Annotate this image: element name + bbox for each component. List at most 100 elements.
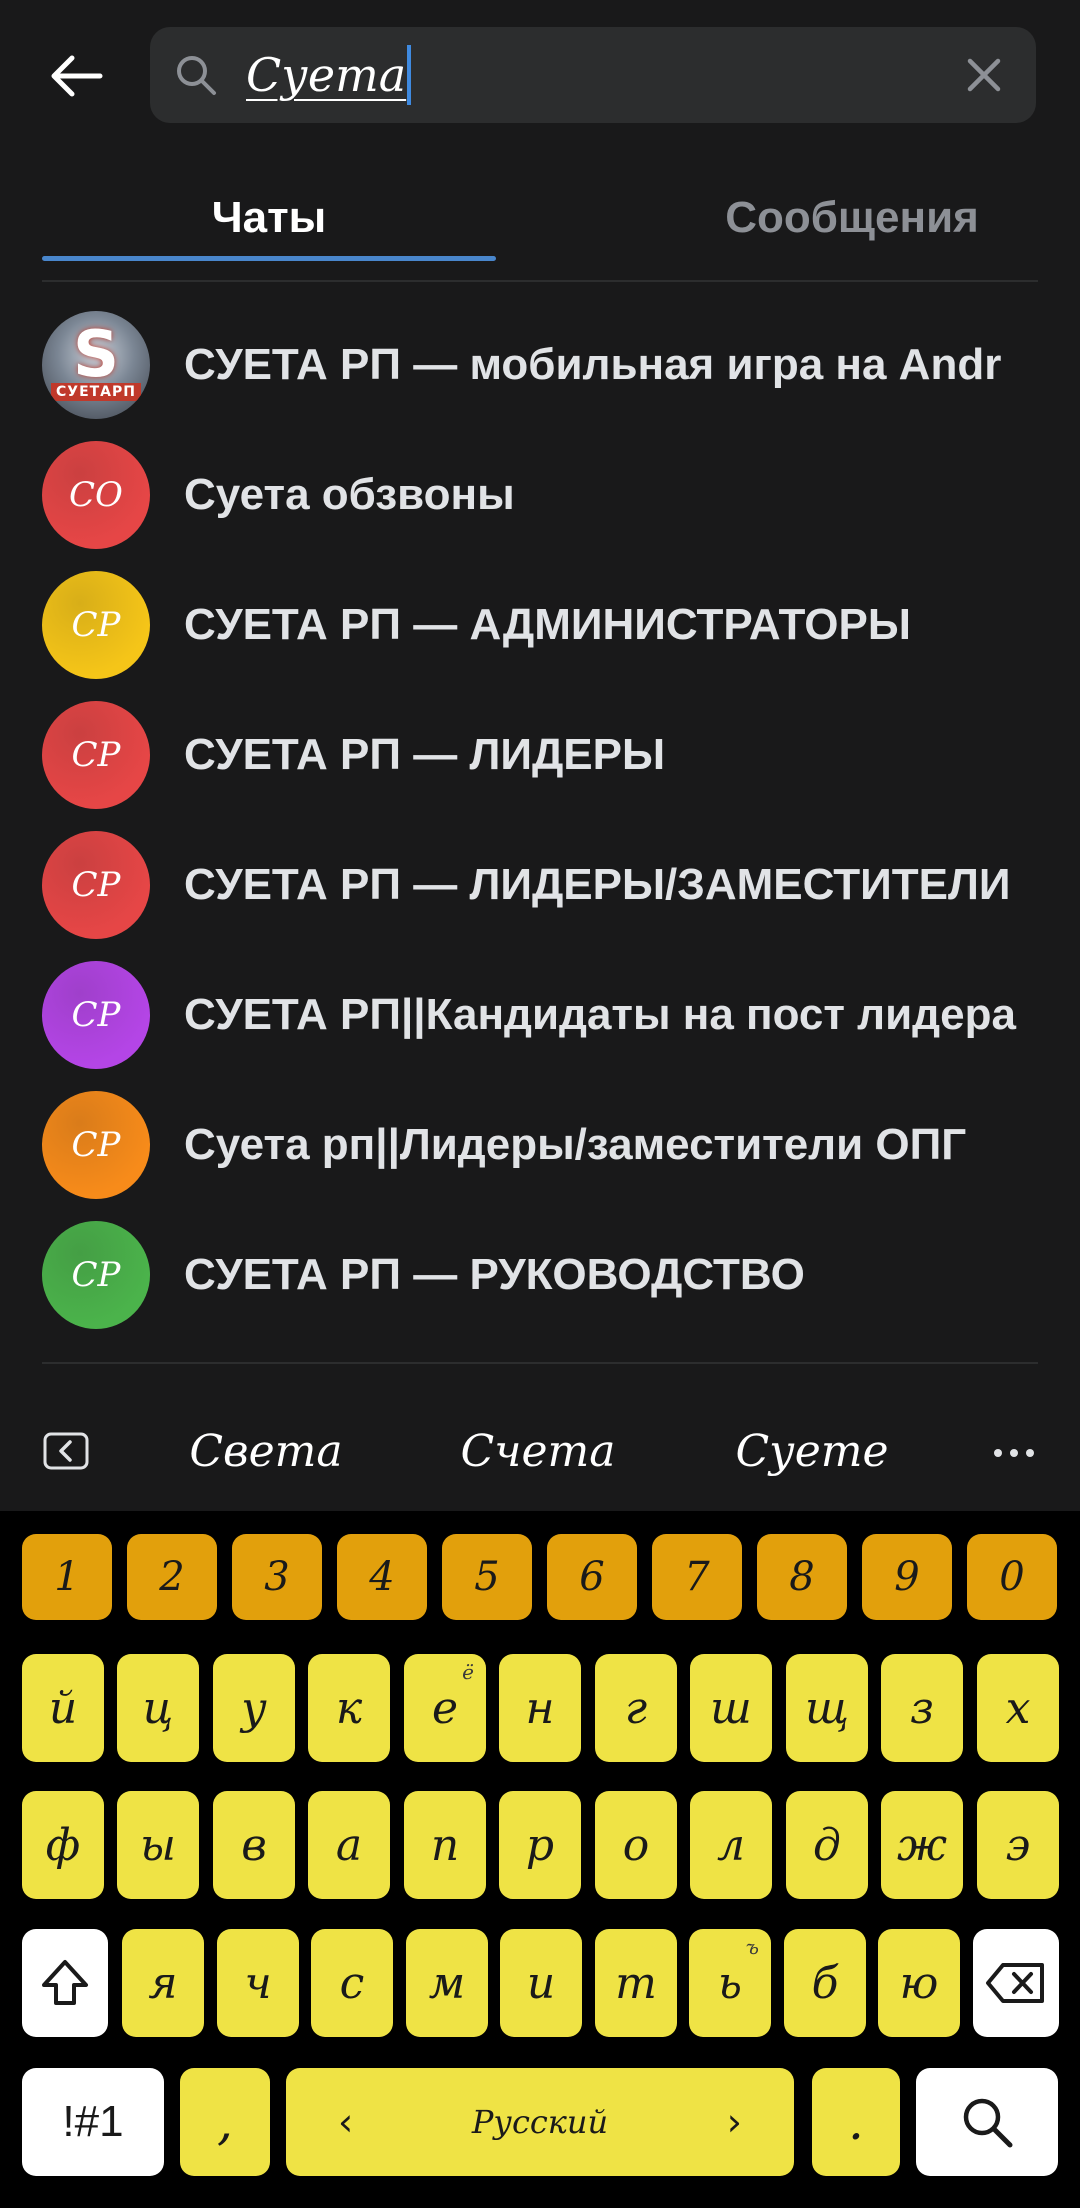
- chevron-left-icon: ‹: [338, 2100, 354, 2144]
- logo-text: СУЕТАРП: [51, 383, 141, 401]
- key-letter[interactable]: т: [595, 1929, 677, 2037]
- keyboard-suggestion-bar: Света Счета Суете: [0, 1395, 1080, 1511]
- key-letter[interactable]: д: [786, 1791, 868, 1899]
- chat-title: Суета обзвоны: [184, 470, 515, 519]
- key-letter[interactable]: о: [595, 1791, 677, 1899]
- suggestion-word[interactable]: Счета: [418, 1417, 658, 1487]
- avatar: СО: [42, 441, 150, 549]
- key-label: е: [431, 1682, 459, 1734]
- divider: [42, 1362, 1038, 1364]
- collapse-toolbar-icon[interactable]: [42, 1431, 90, 1471]
- key-letter[interactable]: р: [499, 1791, 581, 1899]
- back-button[interactable]: [40, 36, 112, 116]
- avatar-initials: СР: [71, 1255, 121, 1295]
- key-letter[interactable]: её: [404, 1654, 486, 1762]
- key-letter[interactable]: м: [406, 1929, 488, 2037]
- key-letter[interactable]: у: [213, 1654, 295, 1762]
- key-letter[interactable]: п: [404, 1791, 486, 1899]
- chat-row[interactable]: СО Суета обзвоны: [0, 430, 1080, 560]
- avatar: СР: [42, 1221, 150, 1329]
- chat-row[interactable]: СР СУЕТА РП — РУКОВОДСТВО: [0, 1210, 1080, 1340]
- tab-messages[interactable]: Сообщения: [582, 168, 1080, 268]
- clear-search-icon[interactable]: [960, 51, 1008, 99]
- comma-key[interactable]: ,: [180, 2068, 270, 2176]
- chat-row[interactable]: S СУЕТАРП СУЕТА РП — мобильная игра на A…: [0, 300, 1080, 430]
- more-options-icon[interactable]: [990, 1433, 1038, 1473]
- key-7[interactable]: 7: [652, 1534, 742, 1620]
- backspace-key[interactable]: [973, 1929, 1059, 2037]
- key-5[interactable]: 5: [442, 1534, 532, 1620]
- key-alt-glyph: ъ: [745, 1935, 759, 1959]
- chat-title: СУЕТА РП — ЛИДЕРЫ/ЗАМЕСТИТЕЛИ: [184, 860, 1011, 909]
- avatar: СР: [42, 961, 150, 1069]
- chat-title: СУЕТА РП — АДМИНИСТРАТОРЫ: [184, 600, 911, 649]
- search-icon: [177, 56, 216, 95]
- chat-title: СУЕТА РП — мобильная игра на Andr: [184, 340, 1002, 389]
- key-6[interactable]: 6: [547, 1534, 637, 1620]
- key-letter[interactable]: а: [308, 1791, 390, 1899]
- suggestion-word[interactable]: Суете: [692, 1417, 932, 1487]
- key-label: ь: [718, 1957, 742, 2009]
- period-key[interactable]: .: [812, 2068, 900, 2176]
- avatar-initials: СР: [71, 995, 121, 1035]
- suggestion-word[interactable]: Света: [146, 1417, 386, 1487]
- key-letter[interactable]: ч: [217, 1929, 299, 2037]
- symbols-key[interactable]: !#1: [22, 2068, 164, 2176]
- shift-key[interactable]: [22, 1929, 108, 2037]
- shift-arrow-icon: [42, 1960, 88, 2005]
- key-8[interactable]: 8: [757, 1534, 847, 1620]
- key-letter[interactable]: ф: [22, 1791, 104, 1899]
- key-letter[interactable]: л: [690, 1791, 772, 1899]
- chat-row[interactable]: СР Суета рп||Лидеры/заместители ОПГ: [0, 1080, 1080, 1210]
- key-letter[interactable]: с: [311, 1929, 393, 2037]
- chat-row[interactable]: СР СУЕТА РП — ЛИДЕРЫ/ЗАМЕСТИТЕЛИ: [0, 820, 1080, 950]
- key-letter[interactable]: з: [881, 1654, 963, 1762]
- key-letter[interactable]: б: [784, 1929, 866, 2037]
- key-letter[interactable]: н: [499, 1654, 581, 1762]
- key-letter[interactable]: ш: [690, 1654, 772, 1762]
- avatar-initials: СР: [71, 1125, 121, 1165]
- chat-title: СУЕТА РП — ЛИДЕРЫ: [184, 730, 666, 779]
- key-letter[interactable]: ьъ: [689, 1929, 771, 2037]
- key-letter[interactable]: и: [500, 1929, 582, 2037]
- chat-row[interactable]: СР СУЕТА РП — АДМИНИСТРАТОРЫ: [0, 560, 1080, 690]
- key-letter[interactable]: э: [977, 1791, 1059, 1899]
- avatar-initials: СО: [69, 475, 123, 515]
- chat-title: Суета рп||Лидеры/заместители ОПГ: [184, 1120, 967, 1169]
- key-letter[interactable]: й: [22, 1654, 104, 1762]
- key-letter[interactable]: ж: [881, 1791, 963, 1899]
- key-alt-glyph: ё: [462, 1660, 474, 1684]
- search-key[interactable]: [916, 2068, 1058, 2176]
- key-2[interactable]: 2: [127, 1534, 217, 1620]
- key-letter[interactable]: ы: [117, 1791, 199, 1899]
- key-4[interactable]: 4: [337, 1534, 427, 1620]
- avatar: СР: [42, 1091, 150, 1199]
- search-input[interactable]: Суета: [246, 45, 412, 105]
- chat-row[interactable]: СР СУЕТА РП||Кандидаты на пост лидера: [0, 950, 1080, 1080]
- key-9[interactable]: 9: [862, 1534, 952, 1620]
- space-key[interactable]: ‹ Русский ›: [286, 2068, 794, 2176]
- tab-chats[interactable]: Чаты: [42, 168, 496, 268]
- key-letter[interactable]: х: [977, 1654, 1059, 1762]
- key-letter[interactable]: в: [213, 1791, 295, 1899]
- key-letter[interactable]: ц: [117, 1654, 199, 1762]
- key-1[interactable]: 1: [22, 1534, 112, 1620]
- search-field[interactable]: Суета: [150, 27, 1036, 123]
- key-letter[interactable]: г: [595, 1654, 677, 1762]
- key-letter[interactable]: я: [122, 1929, 204, 2037]
- search-icon: [963, 2098, 1013, 2148]
- search-input-text: Суета: [246, 48, 407, 102]
- keyboard: 1 2 3 4 5 6 7 8 9 0 й ц у к её н г ш щ з…: [0, 1511, 1080, 2208]
- key-3[interactable]: 3: [232, 1534, 322, 1620]
- key-letter[interactable]: к: [308, 1654, 390, 1762]
- search-header: Суета: [0, 0, 1080, 150]
- chat-row[interactable]: СР СУЕТА РП — ЛИДЕРЫ: [0, 690, 1080, 820]
- active-tab-indicator: [42, 256, 496, 261]
- key-letter[interactable]: щ: [786, 1654, 868, 1762]
- avatar: S СУЕТАРП: [42, 311, 150, 419]
- key-0[interactable]: 0: [967, 1534, 1057, 1620]
- chevron-right-icon: ›: [726, 2100, 742, 2144]
- arrow-left-icon: [51, 55, 103, 97]
- key-letter[interactable]: ю: [878, 1929, 960, 2037]
- backspace-icon: [986, 1963, 1044, 2003]
